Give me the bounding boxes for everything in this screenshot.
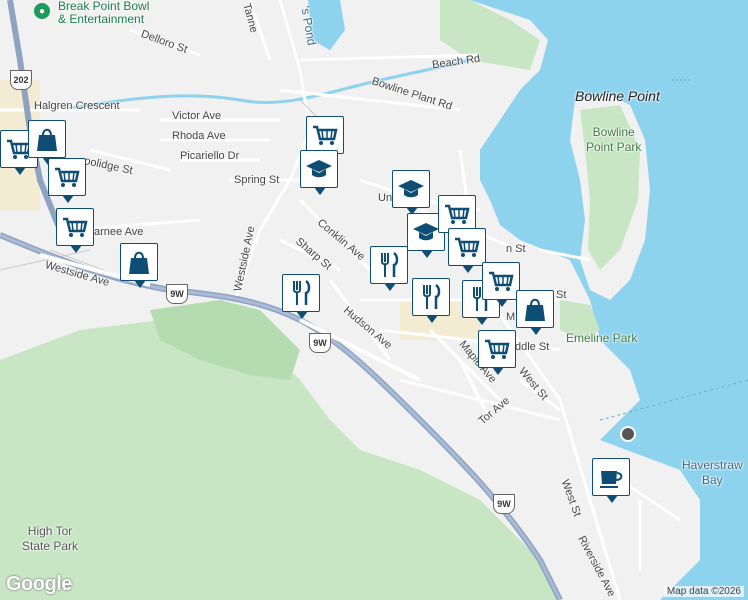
grocery-icon [52,162,82,192]
map-base [0,0,748,600]
grocery-marker[interactable] [56,208,94,253]
school-icon [396,174,426,204]
route-9w-shield: 9W [493,494,515,514]
grocery-marker[interactable] [306,116,344,161]
grocery-marker[interactable] [48,158,86,203]
shopping-icon [32,124,62,154]
grocery-marker[interactable] [448,228,486,273]
school-icon [411,217,441,247]
shopping-icon [520,294,550,324]
bowling-poi-icon[interactable]: ● [34,3,50,19]
grocery-icon [482,334,512,364]
ferry-icon[interactable] [620,426,636,442]
restaurant-marker[interactable] [370,246,408,291]
restaurant-marker[interactable] [282,274,320,319]
shopping-marker[interactable] [516,290,554,335]
grocery-marker[interactable] [482,262,520,307]
restaurant-icon [416,282,446,312]
map-canvas[interactable]: ● Break Point Bowl & Entertainment Bowli… [0,0,748,600]
pond [308,0,345,50]
restaurant-marker[interactable] [412,278,450,323]
map-attribution[interactable]: Map data ©2026 [663,586,744,597]
creek [59,58,471,112]
restaurant-icon [286,278,316,308]
route-9w-shield: 9W [309,333,331,353]
school-icon [304,154,334,184]
school-marker[interactable] [300,150,338,195]
shopping-marker[interactable] [120,243,158,288]
grocery-icon [60,212,90,242]
grocery-icon [442,199,472,229]
cafe-marker[interactable] [592,458,630,503]
shopping-marker[interactable] [28,120,66,165]
cafe-icon [596,462,626,492]
grocery-icon [310,120,340,150]
grocery-marker[interactable] [478,330,516,375]
grocery-icon [452,232,482,262]
route-9w-shield: 9W [166,284,188,304]
google-logo: Google [6,573,72,595]
shopping-icon [124,247,154,277]
restaurant-icon [374,250,404,280]
grocery-icon [486,266,516,296]
school-marker[interactable] [392,170,430,215]
route-202-shield: 202 [10,70,32,90]
